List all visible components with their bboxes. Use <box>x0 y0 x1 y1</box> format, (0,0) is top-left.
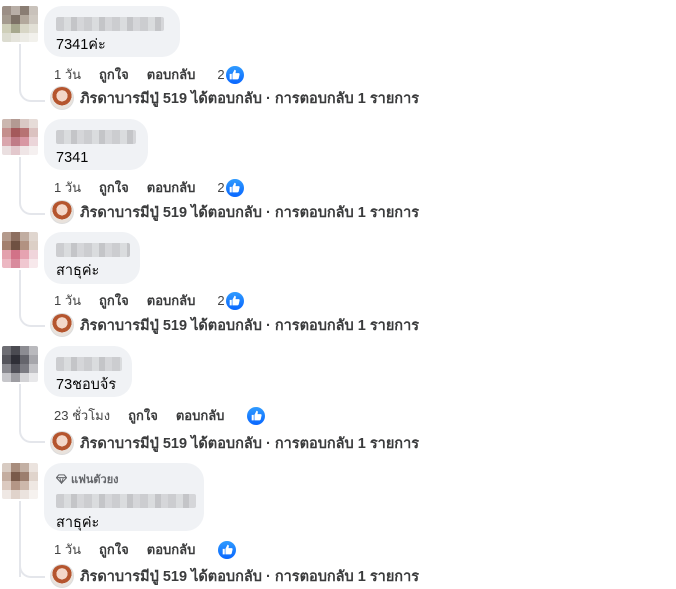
comment-actions: 1 วัน ถูกใจ ตอบกลับ 2 <box>54 290 244 311</box>
thread-connector <box>19 86 45 102</box>
reply-summary-text: ได้ตอบกลับ · การตอบกลับ 1 รายการ <box>191 568 420 585</box>
thread-line <box>19 270 21 314</box>
reply-author-name: ภิรดาบารมีปู่ 519 <box>80 90 188 107</box>
like-icon <box>225 65 244 84</box>
author-name-blurred[interactable] <box>56 243 130 257</box>
comment-bubble: 7341ค่ะ <box>44 6 180 57</box>
like-icon <box>225 178 244 197</box>
reply-author-avatar <box>50 564 74 588</box>
reply-author-name: ภิรดาบารมีปู่ 519 <box>80 568 188 585</box>
avatar[interactable] <box>2 6 38 42</box>
reply-author-name: ภิรดาบารมีปู่ 519 <box>80 435 188 452</box>
view-replies-link[interactable]: ภิรดาบารมีปู่ 519 ได้ตอบกลับ · การตอบกลั… <box>50 86 419 110</box>
thread-line <box>19 384 21 428</box>
comment-actions: 1 วัน ถูกใจ ตอบกลับ 2 <box>54 177 244 198</box>
view-replies-link[interactable]: ภิรดาบารมีปู่ 519 ได้ตอบกลับ · การตอบกลั… <box>50 313 419 337</box>
avatar[interactable] <box>2 346 38 382</box>
reply-author-name: ภิรดาบารมีปู่ 519 <box>80 204 188 221</box>
view-replies-link[interactable]: ภิรดาบารมีปู่ 519 ได้ตอบกลับ · การตอบกลั… <box>50 564 419 588</box>
reply-button[interactable]: ตอบกลับ <box>176 405 225 426</box>
comment-actions: 23 ชั่วโมง ถูกใจ ตอบกลับ <box>54 405 266 426</box>
comment-bubble: แฟนตัวยง สาธุค่ะ <box>44 463 204 531</box>
comment-time[interactable]: 1 วัน <box>54 177 81 198</box>
thread-connector <box>19 427 45 443</box>
reply-author-avatar <box>50 431 74 455</box>
comment-actions: 1 วัน ถูกใจ ตอบกลับ 2 <box>54 64 244 85</box>
reaction-count: 2 <box>217 293 225 308</box>
reaction-count: 2 <box>217 180 225 195</box>
comment-bubble: สาธุค่ะ <box>44 232 140 284</box>
comment-text: 7341ค่ะ <box>56 37 106 53</box>
avatar[interactable] <box>2 232 38 268</box>
avatar[interactable] <box>2 119 38 155</box>
thread-line <box>19 44 21 88</box>
reaction-summary[interactable] <box>217 540 237 559</box>
comment-text: 7341 <box>56 150 89 166</box>
author-name-blurred[interactable] <box>56 494 196 508</box>
reply-author-avatar <box>50 200 74 224</box>
author-name-blurred[interactable] <box>56 17 164 31</box>
comment-time[interactable]: 23 ชั่วโมง <box>54 405 110 426</box>
like-button[interactable]: ถูกใจ <box>99 64 129 85</box>
comment-actions: 1 วัน ถูกใจ ตอบกลับ <box>54 539 237 560</box>
like-button[interactable]: ถูกใจ <box>128 405 158 426</box>
reply-button[interactable]: ตอบกลับ <box>147 64 196 85</box>
like-icon <box>218 540 237 559</box>
like-button[interactable]: ถูกใจ <box>99 290 129 311</box>
thread-connector <box>19 562 45 578</box>
badge-label: แฟนตัวยง <box>71 474 119 486</box>
reply-author-name: ภิรดาบารมีปู่ 519 <box>80 317 188 334</box>
like-button[interactable]: ถูกใจ <box>99 539 129 560</box>
comment-text: สาธุค่ะ <box>56 515 100 531</box>
thread-connector <box>19 199 45 215</box>
reaction-summary[interactable]: 2 <box>217 178 244 197</box>
top-fan-badge[interactable]: แฟนตัวยง <box>56 470 192 488</box>
comment-bubble: 73ชอบจ้ร <box>44 346 132 397</box>
reply-summary-text: ได้ตอบกลับ · การตอบกลับ 1 รายการ <box>191 317 420 334</box>
diamond-icon <box>56 474 67 484</box>
reaction-count: 2 <box>217 67 225 82</box>
reply-author-avatar <box>50 313 74 337</box>
comment-text: 73ชอบจ้ร <box>56 377 117 393</box>
reaction-summary[interactable]: 2 <box>217 65 244 84</box>
reply-button[interactable]: ตอบกลับ <box>147 539 196 560</box>
view-replies-link[interactable]: ภิรดาบารมีปู่ 519 ได้ตอบกลับ · การตอบกลั… <box>50 431 419 455</box>
reply-summary-text: ได้ตอบกลับ · การตอบกลับ 1 รายการ <box>191 204 420 221</box>
reply-summary-text: ได้ตอบกลับ · การตอบกลับ 1 รายการ <box>191 90 420 107</box>
comment-bubble: 7341 <box>44 119 148 170</box>
thread-line <box>19 157 21 201</box>
like-icon <box>247 406 266 425</box>
comment-text: สาธุค่ะ <box>56 263 100 279</box>
comment-time[interactable]: 1 วัน <box>54 64 81 85</box>
reply-summary-text: ได้ตอบกลับ · การตอบกลับ 1 รายการ <box>191 435 420 452</box>
comment-time[interactable]: 1 วัน <box>54 290 81 311</box>
reaction-summary[interactable] <box>246 406 266 425</box>
reaction-summary[interactable]: 2 <box>217 291 244 310</box>
like-button[interactable]: ถูกใจ <box>99 177 129 198</box>
author-name-blurred[interactable] <box>56 130 136 144</box>
comment-time[interactable]: 1 วัน <box>54 539 81 560</box>
reply-button[interactable]: ตอบกลับ <box>147 290 196 311</box>
author-name-blurred[interactable] <box>56 357 122 371</box>
thread-connector <box>19 311 45 327</box>
avatar[interactable] <box>2 463 38 499</box>
reply-author-avatar <box>50 86 74 110</box>
view-replies-link[interactable]: ภิรดาบารมีปู่ 519 ได้ตอบกลับ · การตอบกลั… <box>50 200 419 224</box>
like-icon <box>225 291 244 310</box>
reply-button[interactable]: ตอบกลับ <box>147 177 196 198</box>
